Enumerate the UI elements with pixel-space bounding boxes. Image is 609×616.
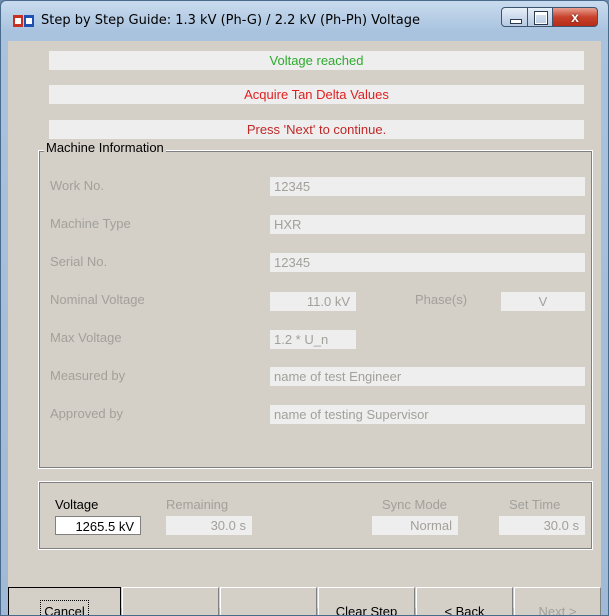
cancel-button-label: Cancel: [40, 600, 89, 615]
readings-group: Voltage 1265.5 kV Remaining 30.0 s Sync …: [38, 481, 593, 550]
button-bar: Cancel Clear Step < Back Next >: [8, 587, 601, 615]
close-button[interactable]: x: [552, 7, 598, 27]
work-no-field: 12345: [270, 177, 585, 196]
status-acquire-values: Acquire Tan Delta Values: [49, 85, 584, 104]
minimize-button[interactable]: [501, 7, 528, 27]
serial-no-field: 12345: [270, 253, 585, 272]
phase-label: Phase(s): [415, 292, 468, 307]
work-no-label: Work No.: [50, 178, 104, 193]
machine-type-label: Machine Type: [50, 216, 131, 231]
sync-mode-label: Sync Mode: [382, 497, 448, 512]
serial-no-label: Serial No.: [50, 254, 108, 269]
measured-by-label: Measured by: [50, 368, 126, 383]
app-icon: [13, 15, 34, 27]
max-voltage-label: Max Voltage: [50, 330, 122, 345]
approved-by-field: name of testing Supervisor: [270, 405, 585, 424]
maximize-button[interactable]: [527, 7, 553, 27]
remaining-field: 30.0 s: [166, 516, 252, 535]
max-voltage-field: 1.2 * U_n: [270, 330, 356, 349]
voltage-label: Voltage: [55, 497, 99, 512]
remaining-label: Remaining: [166, 497, 229, 512]
machine-type-field: HXR: [270, 215, 585, 234]
dialog-window: Step by Step Guide: 1.3 kV (Ph-G) / 2.2 …: [0, 0, 609, 616]
next-button[interactable]: Next >: [514, 587, 601, 615]
nominal-voltage-field: 11.0 kV: [270, 292, 356, 311]
nominal-voltage-label: Nominal Voltage: [50, 292, 145, 307]
blank-button-1[interactable]: [122, 587, 219, 615]
title-bar[interactable]: Step by Step Guide: 1.3 kV (Ph-G) / 2.2 …: [1, 1, 608, 41]
window-title: Step by Step Guide: 1.3 kV (Ph-G) / 2.2 …: [41, 13, 420, 28]
voltage-field[interactable]: 1265.5 kV: [55, 516, 141, 535]
set-time-label: Set Time: [509, 497, 561, 512]
machine-information-title: Machine Information: [44, 140, 166, 155]
dialog-body: Voltage reached Acquire Tan Delta Values…: [8, 41, 601, 615]
machine-information-group: Machine Information Work No. 12345 Machi…: [38, 140, 593, 469]
cancel-button[interactable]: Cancel: [8, 587, 121, 615]
sync-mode-field: Normal: [372, 516, 458, 535]
status-voltage-reached: Voltage reached: [49, 51, 584, 70]
set-time-field: 30.0 s: [499, 516, 585, 535]
approved-by-label: Approved by: [50, 406, 123, 421]
minimize-icon: [510, 19, 522, 24]
phase-field: V: [501, 292, 585, 311]
back-button[interactable]: < Back: [416, 587, 513, 615]
blank-button-2[interactable]: [220, 587, 317, 615]
close-icon: x: [571, 9, 579, 25]
clear-step-button[interactable]: Clear Step: [318, 587, 415, 615]
maximize-icon: [534, 11, 548, 25]
status-press-next: Press 'Next' to continue.: [49, 120, 584, 139]
measured-by-field: name of test Engineer: [270, 367, 585, 386]
